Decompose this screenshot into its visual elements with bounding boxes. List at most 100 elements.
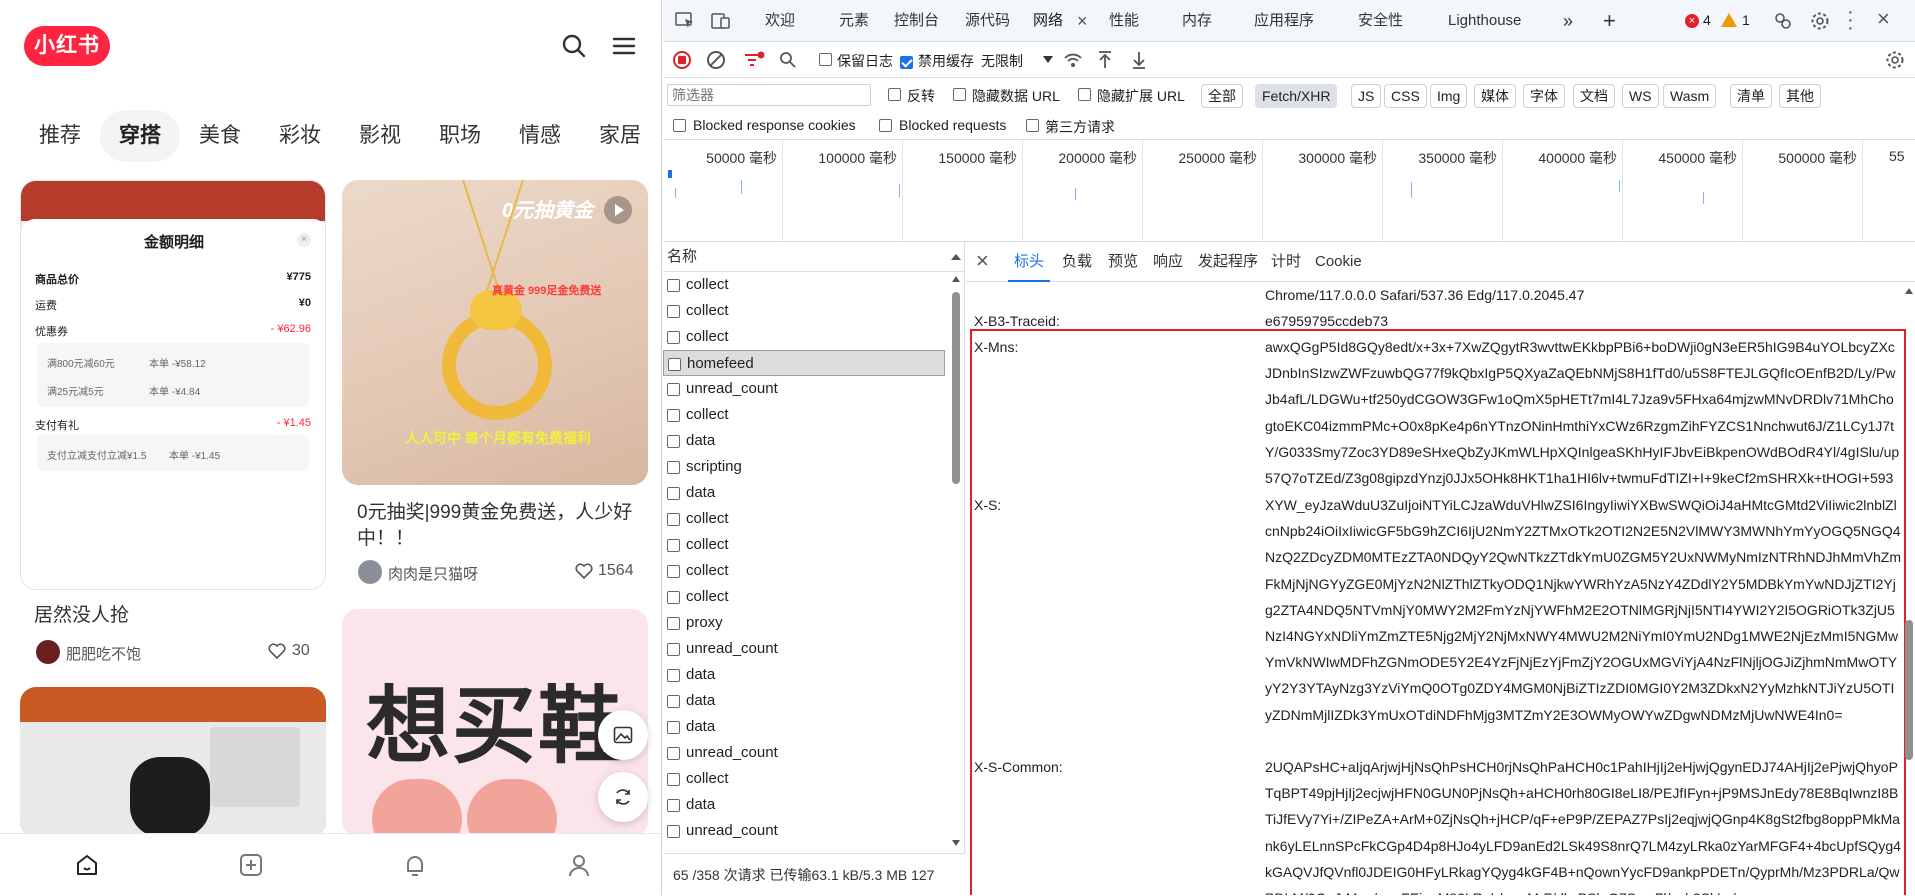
note-card-image[interactable]: [20, 687, 326, 837]
request-checkbox[interactable]: [668, 357, 681, 371]
details-scrollbar[interactable]: [1903, 282, 1915, 895]
error-icon[interactable]: ×: [1685, 14, 1699, 28]
type-filter-font[interactable]: 字体: [1523, 84, 1565, 108]
request-row[interactable]: collect: [663, 584, 945, 610]
home-icon[interactable]: [74, 852, 100, 878]
detail-tab-timing[interactable]: 计时: [1271, 242, 1301, 282]
request-checkbox[interactable]: [667, 330, 680, 344]
request-checkbox[interactable]: [667, 408, 680, 422]
search-icon[interactable]: [779, 51, 797, 69]
category-tab-active[interactable]: 穿搭: [100, 110, 180, 162]
device-toolbar-icon[interactable]: [711, 12, 731, 30]
bell-icon[interactable]: [402, 852, 428, 878]
request-row[interactable]: collect: [663, 766, 945, 792]
request-checkbox[interactable]: [667, 486, 680, 500]
network-settings-gear-icon[interactable]: [1885, 50, 1905, 70]
third-party-checkbox[interactable]: [1026, 119, 1039, 132]
heart-icon[interactable]: [575, 563, 593, 579]
detail-tab-initiator[interactable]: 发起程序: [1198, 242, 1258, 282]
request-checkbox[interactable]: [667, 772, 680, 786]
note-author[interactable]: 肉肉是只猫呀: [388, 563, 478, 584]
scrollbar-thumb[interactable]: [1905, 620, 1913, 760]
detail-tab-cookie[interactable]: Cookie: [1315, 242, 1362, 282]
refresh-button[interactable]: [598, 772, 648, 822]
warning-count[interactable]: 1: [1742, 12, 1750, 28]
request-row[interactable]: collect: [663, 272, 945, 298]
close-icon[interactable]: ×: [1877, 6, 1890, 32]
devtools-tab[interactable]: 性能: [1109, 0, 1139, 42]
request-list-scrollbar[interactable]: [949, 272, 963, 853]
type-filter-wasm[interactable]: Wasm: [1663, 84, 1717, 108]
detail-tab-preview[interactable]: 预览: [1108, 242, 1138, 282]
request-checkbox[interactable]: [667, 564, 680, 578]
network-conditions-icon[interactable]: [1063, 51, 1083, 69]
xiaohongshu-logo[interactable]: 小红书: [24, 26, 110, 66]
search-icon[interactable]: [560, 32, 588, 60]
request-row[interactable]: data: [663, 480, 945, 506]
type-filter-all[interactable]: 全部: [1201, 84, 1243, 108]
request-row[interactable]: collect: [663, 402, 945, 428]
warning-icon[interactable]: [1721, 13, 1737, 27]
request-row[interactable]: unread_count: [663, 818, 945, 844]
request-row[interactable]: collect: [663, 298, 945, 324]
type-filter-fetch-xhr[interactable]: Fetch/XHR: [1255, 84, 1338, 108]
type-filter-other[interactable]: 其他: [1779, 84, 1821, 108]
devtools-tab-network[interactable]: 网络 ×: [1033, 0, 1089, 42]
play-icon[interactable]: [604, 196, 632, 224]
menu-icon[interactable]: [610, 32, 638, 60]
request-row[interactable]: unread_count: [663, 636, 945, 662]
record-stop-icon[interactable]: [673, 51, 691, 69]
devtools-tab[interactable]: Lighthouse: [1448, 0, 1521, 42]
profile-icon[interactable]: [566, 852, 592, 878]
disable-cache-checkbox[interactable]: [900, 55, 913, 69]
request-row[interactable]: collect: [663, 532, 945, 558]
type-filter-ws[interactable]: WS: [1622, 84, 1659, 108]
request-checkbox[interactable]: [667, 512, 680, 526]
type-filter-doc[interactable]: 文档: [1573, 84, 1615, 108]
heart-icon[interactable]: [268, 643, 286, 659]
import-har-icon[interactable]: [1097, 50, 1113, 70]
scroll-up-arrow-icon[interactable]: [1905, 288, 1913, 294]
category-tab[interactable]: 影视: [348, 110, 412, 162]
detail-tab-payload[interactable]: 负载: [1062, 242, 1092, 282]
blocked-requests-checkbox[interactable]: [879, 119, 892, 132]
image-search-button[interactable]: [598, 710, 648, 760]
request-checkbox[interactable]: [667, 434, 680, 448]
note-author[interactable]: 肥肥吃不饱: [66, 643, 141, 664]
type-filter-js[interactable]: JS: [1351, 84, 1382, 108]
devtools-tab[interactable]: 内存: [1182, 0, 1212, 42]
filter-input[interactable]: [667, 84, 871, 106]
close-icon[interactable]: ×: [297, 233, 311, 247]
note-title[interactable]: 0元抽奖|999黄金免费送，人少好中！！: [357, 500, 637, 552]
more-tabs-icon[interactable]: »: [1563, 0, 1573, 42]
request-list-header[interactable]: 名称: [663, 242, 964, 272]
blocked-cookies-checkbox[interactable]: [673, 119, 686, 132]
request-checkbox[interactable]: [667, 538, 680, 552]
request-row[interactable]: scripting: [663, 454, 945, 480]
request-checkbox[interactable]: [667, 694, 680, 708]
category-tab[interactable]: 情感: [508, 110, 572, 162]
filter-icon[interactable]: [743, 51, 765, 69]
devtools-tab[interactable]: 控制台: [894, 0, 939, 42]
close-details-icon[interactable]: ×: [976, 250, 989, 272]
throttling-select[interactable]: 无限制: [981, 51, 1057, 71]
type-filter-img[interactable]: Img: [1430, 84, 1468, 108]
request-checkbox[interactable]: [667, 382, 680, 396]
scroll-down-arrow-icon[interactable]: [952, 840, 960, 846]
detail-tab-response[interactable]: 响应: [1153, 242, 1183, 282]
avatar[interactable]: [36, 640, 60, 664]
category-tab[interactable]: 职场: [428, 110, 492, 162]
request-checkbox[interactable]: [667, 824, 680, 838]
settings-gear-icon[interactable]: [1810, 11, 1830, 31]
request-checkbox[interactable]: [667, 798, 680, 812]
clear-icon[interactable]: [707, 51, 725, 69]
request-checkbox[interactable]: [667, 616, 680, 630]
devtools-tab[interactable]: 源代码: [965, 0, 1010, 42]
publish-icon[interactable]: [238, 852, 264, 878]
avatar[interactable]: [358, 560, 382, 584]
devtools-tab[interactable]: 应用程序: [1254, 0, 1314, 42]
request-checkbox[interactable]: [667, 720, 680, 734]
devtools-tab[interactable]: 欢迎: [765, 0, 795, 42]
request-checkbox[interactable]: [667, 590, 680, 604]
request-row[interactable]: proxy: [663, 610, 945, 636]
